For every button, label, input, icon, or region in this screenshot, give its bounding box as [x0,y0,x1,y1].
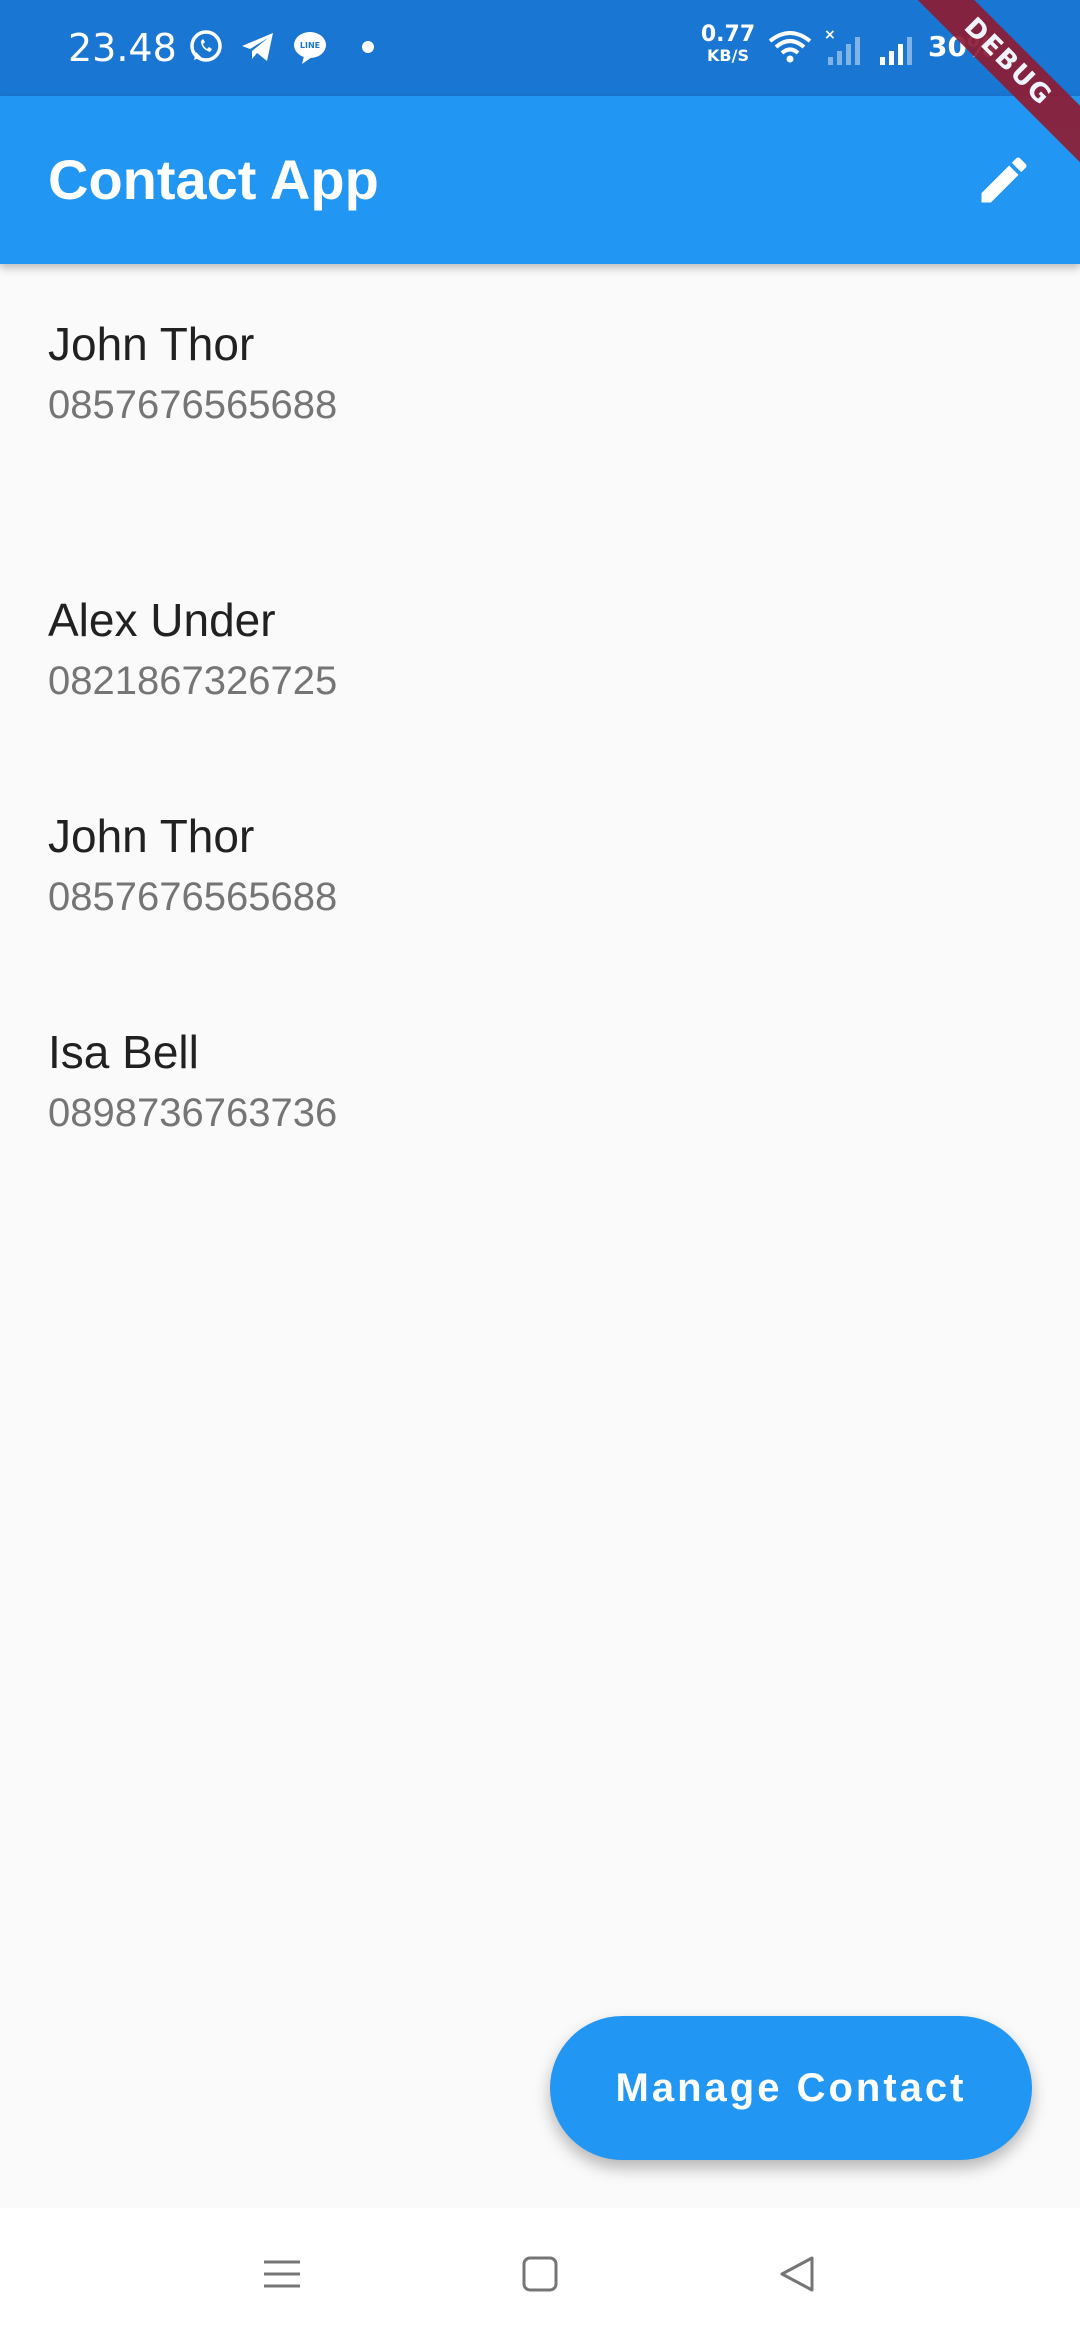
system-nav-bar [0,2208,1080,2340]
app-bar: Contact App [0,96,1080,264]
signal-sim1-icon: × [822,27,866,67]
wifi-icon [768,27,812,67]
back-icon [780,2256,814,2292]
contact-name: Alex Under [48,594,276,646]
status-time: 23.48 [68,26,177,70]
manage-contact-button[interactable]: Manage Contact [550,2016,1032,2160]
svg-text:×: × [824,27,836,43]
svg-text:LINE: LINE [300,41,320,50]
edit-button[interactable] [968,144,1040,216]
page-title: Contact App [48,148,379,211]
network-speed: 0.77 KB/S [700,24,756,64]
status-bar: 23.48 LINE 0.77 KB/S × 30% [0,0,1080,96]
telegram-icon [238,27,278,67]
contact-item[interactable]: Alex Under 0821867326725 [0,540,1080,703]
menu-button[interactable] [252,2244,312,2304]
network-speed-unit: KB/S [707,46,749,65]
contact-phone: 0898736763736 [48,1091,338,1135]
home-button[interactable] [510,2244,570,2304]
back-button[interactable] [768,2244,828,2304]
contact-phone: 0857676565688 [48,383,338,427]
contact-name: Isa Bell [48,1026,199,1078]
menu-icon [264,2260,300,2288]
contact-phone: 0857676565688 [48,875,338,919]
contact-phone: 0821867326725 [48,659,338,703]
network-speed-value: 0.77 [700,22,756,47]
whatsapp-icon [186,27,226,67]
line-icon: LINE [290,27,330,67]
signal-sim2-icon [876,27,920,67]
more-notifications-dot [362,41,374,53]
contact-name: John Thor [48,318,255,370]
contact-item[interactable]: John Thor 0857676565688 [0,264,1080,427]
contact-name: John Thor [48,810,255,862]
contact-item[interactable]: Isa Bell 0898736763736 [0,972,1080,1135]
manage-contact-label: Manage Contact [615,2065,967,2110]
home-icon [522,2256,558,2292]
contact-item[interactable]: John Thor 0857676565688 [0,756,1080,919]
edit-icon [981,157,1027,203]
